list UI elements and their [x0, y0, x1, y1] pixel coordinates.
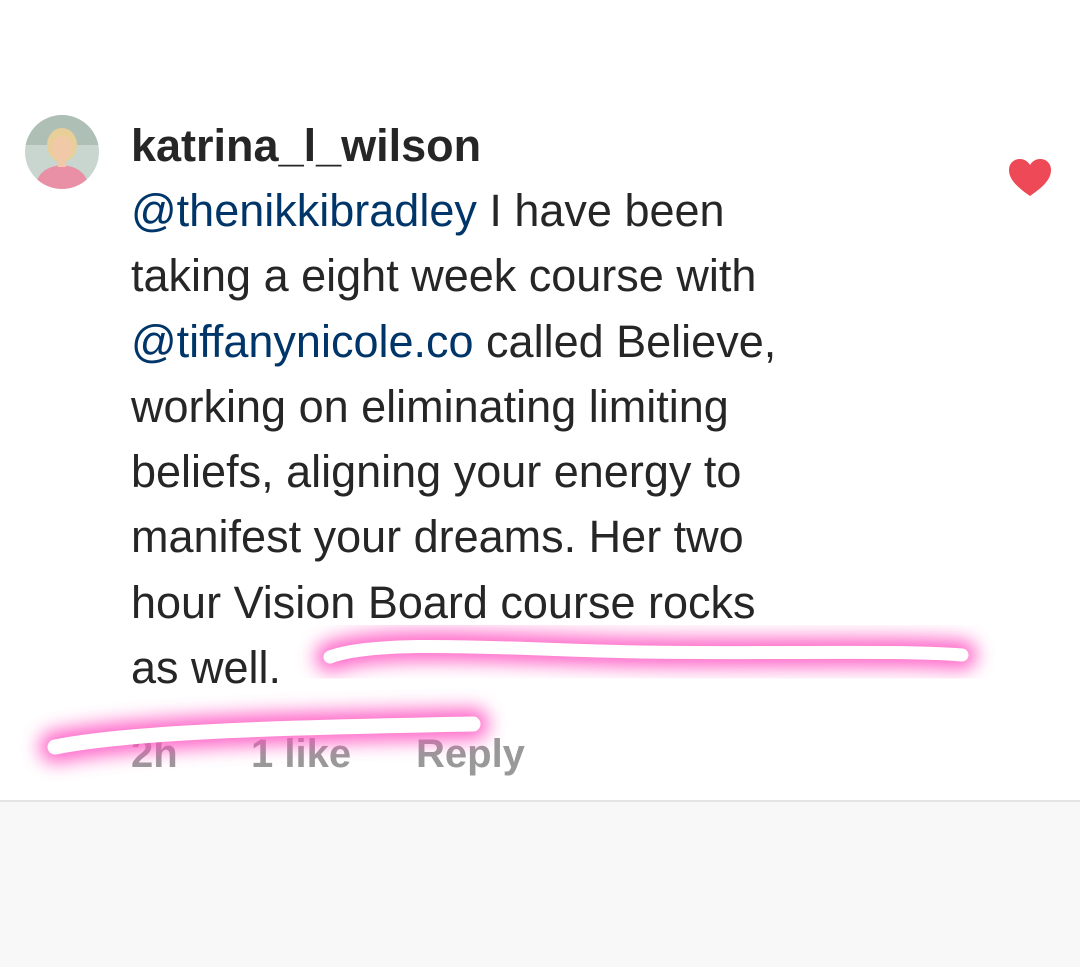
- comment-line: @tiffanynicole.co called Believe,: [131, 309, 961, 374]
- comment-line: @thenikkibradley I have been: [131, 178, 961, 243]
- comment-text-segment: manifest your dreams. Her two: [131, 511, 744, 563]
- comment-text-segment: beliefs, aligning your energy to: [131, 446, 742, 498]
- comment-line: beliefs, aligning your energy to: [131, 439, 961, 504]
- comment-text-segment: called Believe,: [473, 315, 777, 367]
- username[interactable]: katrina_l_wilson: [131, 118, 481, 174]
- comment-card: katrina_l_wilson @thenikkibradley I have…: [0, 0, 1080, 802]
- like-heart-icon[interactable]: [1008, 158, 1052, 198]
- comment-line: manifest your dreams. Her two: [131, 504, 961, 569]
- empty-area: [0, 802, 1080, 967]
- comment-text: @thenikkibradley I have been taking a eig…: [131, 178, 961, 700]
- avatar-image: [25, 115, 99, 189]
- comment-line: hour Vision Board course rocks: [131, 570, 961, 635]
- comment-line: as well.: [131, 635, 961, 700]
- comment-text-segment: taking a eight week course with: [131, 250, 757, 302]
- comment-line: working on eliminating limiting: [131, 374, 961, 439]
- likes-count[interactable]: 1 like: [251, 727, 351, 781]
- mention-link[interactable]: @tiffanynicole.co: [131, 316, 474, 367]
- comment-text-segment: working on eliminating limiting: [131, 380, 729, 432]
- reply-button[interactable]: Reply: [416, 727, 525, 781]
- comment-text-segment: I have been: [476, 185, 725, 236]
- comment-text-segment: hour Vision Board course rocks: [131, 576, 756, 628]
- comment-line: taking a eight week course with: [131, 243, 961, 308]
- avatar[interactable]: [25, 115, 99, 189]
- mention-link[interactable]: @thenikkibradley: [131, 185, 477, 236]
- comment-text-segment: as well.: [131, 642, 282, 694]
- timestamp: 2h: [131, 732, 178, 776]
